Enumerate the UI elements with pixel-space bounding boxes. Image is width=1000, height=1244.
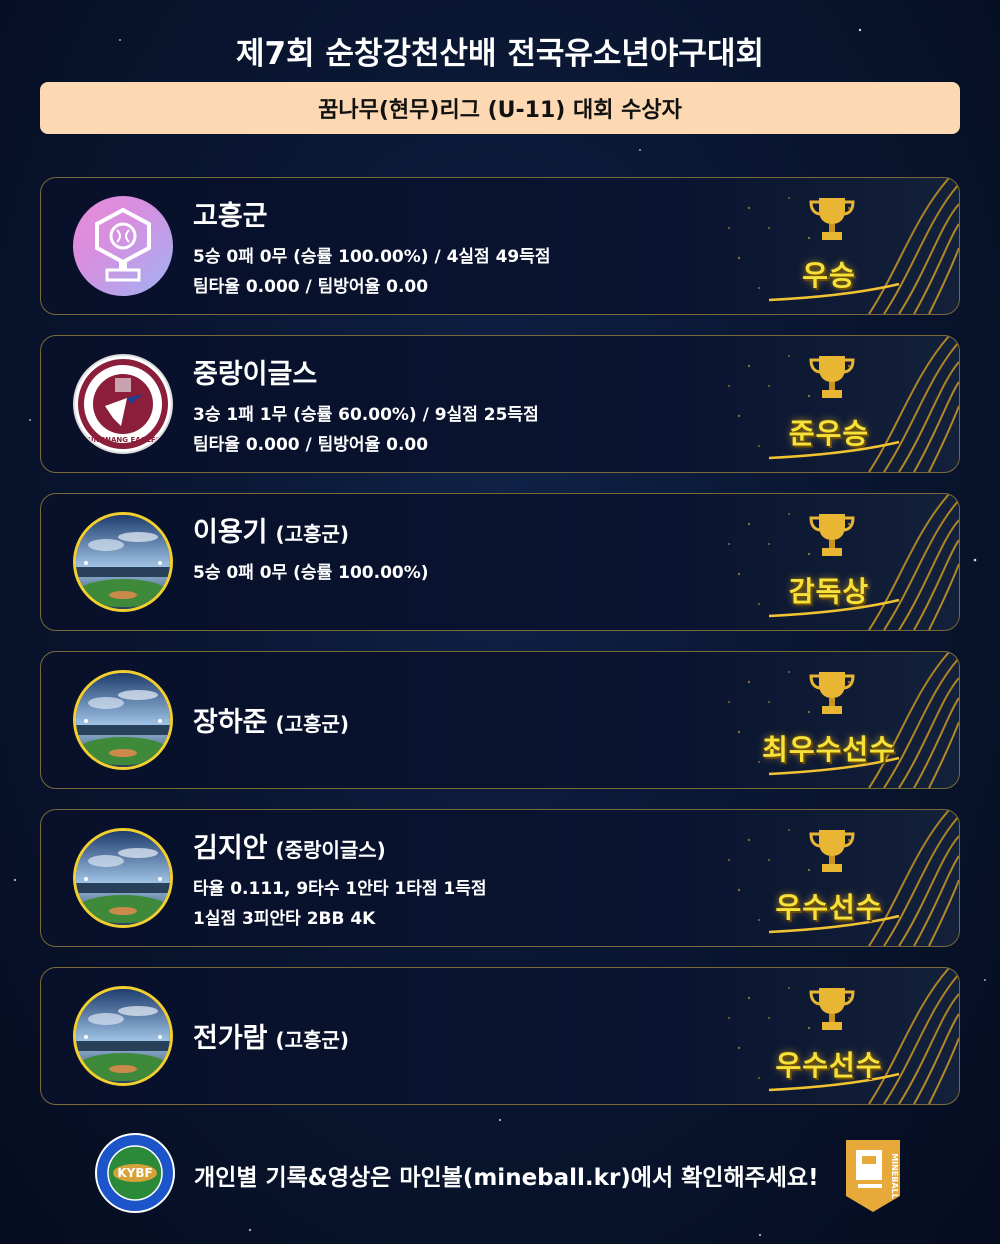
stat-line-1: 5승 0패 0무 (승률 100.00%) / 4실점 49득점: [193, 247, 551, 267]
award-title: 감독상: [788, 575, 870, 608]
stadium-avatar-icon: [76, 831, 170, 925]
gold-trophy-icon: [809, 988, 855, 1030]
award-card: 전가람 (고흥군) 우수선수: [40, 967, 960, 1105]
recipient-name: 이용기: [193, 517, 268, 548]
recipient-avatar: [73, 196, 173, 296]
recipient-name-line: 중랑이글스: [193, 352, 325, 391]
recipient-avatar: [73, 512, 173, 612]
award-card: 이용기 (고흥군) 5승 0패 0무 (승률 100.00%) 감독상: [40, 493, 960, 631]
mineball-logo-icon: MINEBALL: [846, 1140, 900, 1212]
footer-message: 개인별 기록&영상은 마인볼(mineball.kr)에서 확인해주세요!: [194, 1165, 819, 1191]
stat-line-1: 3승 1패 1무 (승률 60.00%) / 9실점 25득점: [193, 405, 539, 425]
award-title: 우승: [802, 259, 856, 292]
recipient-team: (고흥군): [275, 522, 350, 546]
recipient-name: 전가람: [193, 1023, 268, 1054]
subtitle-text: 꿈나무(현무)리그 (U-11) 대회 수상자: [318, 98, 682, 123]
trophy-badge-icon: [95, 207, 151, 282]
gold-trophy-icon: [809, 514, 855, 556]
stadium-avatar-icon: [76, 515, 170, 609]
award-card: 김지안 (중랑이글스) 타율 0.111, 9타수 1안타 1타점 1득점 1실점 …: [40, 809, 960, 947]
award-card: JUNGNANG EAGLES 중랑이글스 3승 1패 1무 (승률 60.00…: [40, 335, 960, 473]
recipient-avatar: JUNGNANG EAGLES: [73, 354, 173, 454]
stat-line-2: 팀타율 0.000 / 팀방어율 0.00: [193, 277, 429, 297]
award-title: 최우수선수: [762, 733, 896, 766]
gold-trophy-icon: [809, 198, 855, 240]
recipient-avatar: [73, 828, 173, 928]
gold-trophy-icon: [809, 672, 855, 714]
award-card: 고흥군 5승 0패 0무 (승률 100.00%) / 4실점 49득점팀타율 …: [40, 177, 960, 315]
mineball-logo-text: MINEBALL: [890, 1153, 899, 1199]
page-title: 제7회 순창강천산배 전국유소년야구대회: [236, 36, 764, 72]
recipient-team: (고흥군): [275, 1028, 350, 1052]
stat-line-1: 5승 0패 0무 (승률 100.00%): [193, 563, 429, 583]
team-logo-text: JUNGNANG EAGLES: [84, 436, 160, 444]
kybf-logo-icon: KYBF: [95, 1133, 175, 1213]
recipient-avatar: [73, 986, 173, 1086]
recipient-team: (고흥군): [275, 712, 350, 736]
recipient-name-line: 장하준 (고흥군): [193, 700, 349, 739]
recipient-name-line: 고흥군: [193, 194, 276, 233]
award-title: 우수선수: [775, 891, 883, 924]
recipient-name: 고흥군: [193, 201, 268, 232]
kybf-logo-text: KYBF: [117, 1166, 152, 1180]
stat-line-2: 1실점 3피안타 2BB 4K: [193, 909, 376, 929]
gold-trophy-icon: [809, 356, 855, 398]
recipient-avatar: [73, 670, 173, 770]
recipient-team: (중랑이글스): [275, 838, 386, 862]
recipient-name-line: 김지안 (중랑이글스): [193, 826, 386, 865]
footer: KYBF 개인별 기록&영상은 마인볼(mineball.kr)에서 확인해주세…: [0, 1132, 1000, 1222]
stat-line-2: 팀타율 0.000 / 팀방어율 0.00: [193, 435, 429, 455]
gold-trophy-icon: [809, 830, 855, 872]
award-card: 장하준 (고흥군) 최우수선수: [40, 651, 960, 789]
recipient-name-line: 전가람 (고흥군): [193, 1016, 349, 1055]
stat-line-1: 타율 0.111, 9타수 1안타 1타점 1득점: [193, 879, 487, 899]
recipient-name: 중랑이글스: [193, 359, 318, 390]
jungnang-eagles-logo-icon: JUNGNANG EAGLES: [78, 359, 168, 449]
recipient-name-line: 이용기 (고흥군): [193, 510, 349, 549]
award-title: 준우승: [788, 417, 870, 450]
award-title: 우수선수: [775, 1049, 883, 1082]
recipient-name: 장하준: [193, 707, 268, 738]
subtitle-bar: 꿈나무(현무)리그 (U-11) 대회 수상자: [40, 82, 960, 134]
recipient-name: 김지안: [193, 833, 268, 864]
stadium-avatar-icon: [76, 989, 170, 1083]
stadium-avatar-icon: [76, 673, 170, 767]
